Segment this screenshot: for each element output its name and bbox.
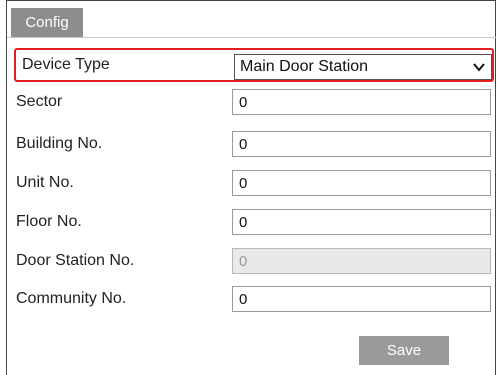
community-no-row: Community No. <box>14 284 493 314</box>
tab-config[interactable]: Config <box>11 8 83 37</box>
unit-no-label: Unit No. <box>16 174 74 191</box>
device-type-value: Main Door Station <box>240 58 369 75</box>
tab-bar: Config <box>7 1 496 38</box>
door-station-no-label: Door Station No. <box>16 252 135 269</box>
building-no-label: Building No. <box>16 135 103 152</box>
community-no-input[interactable] <box>232 286 491 312</box>
building-no-row: Building No. <box>14 129 493 159</box>
chevron-down-icon <box>473 63 485 72</box>
sector-label: Sector <box>16 93 63 110</box>
building-no-input[interactable] <box>232 131 491 157</box>
door-station-no-row: Door Station No. <box>14 246 493 276</box>
door-station-no-input <box>232 248 491 274</box>
sector-row: Sector <box>14 87 493 117</box>
unit-no-input[interactable] <box>232 170 491 196</box>
save-button[interactable]: Save <box>359 336 449 365</box>
floor-no-label: Floor No. <box>16 213 82 230</box>
floor-no-input[interactable] <box>232 209 491 235</box>
device-type-highlight: Device Type Main Door Station <box>14 48 494 82</box>
community-no-label: Community No. <box>16 290 127 307</box>
sector-input[interactable] <box>232 89 491 115</box>
unit-no-row: Unit No. <box>14 168 493 198</box>
floor-no-row: Floor No. <box>14 207 493 237</box>
device-type-select[interactable]: Main Door Station <box>234 54 492 80</box>
device-type-row: Device Type Main Door Station <box>16 50 492 80</box>
device-type-label: Device Type <box>22 56 110 73</box>
